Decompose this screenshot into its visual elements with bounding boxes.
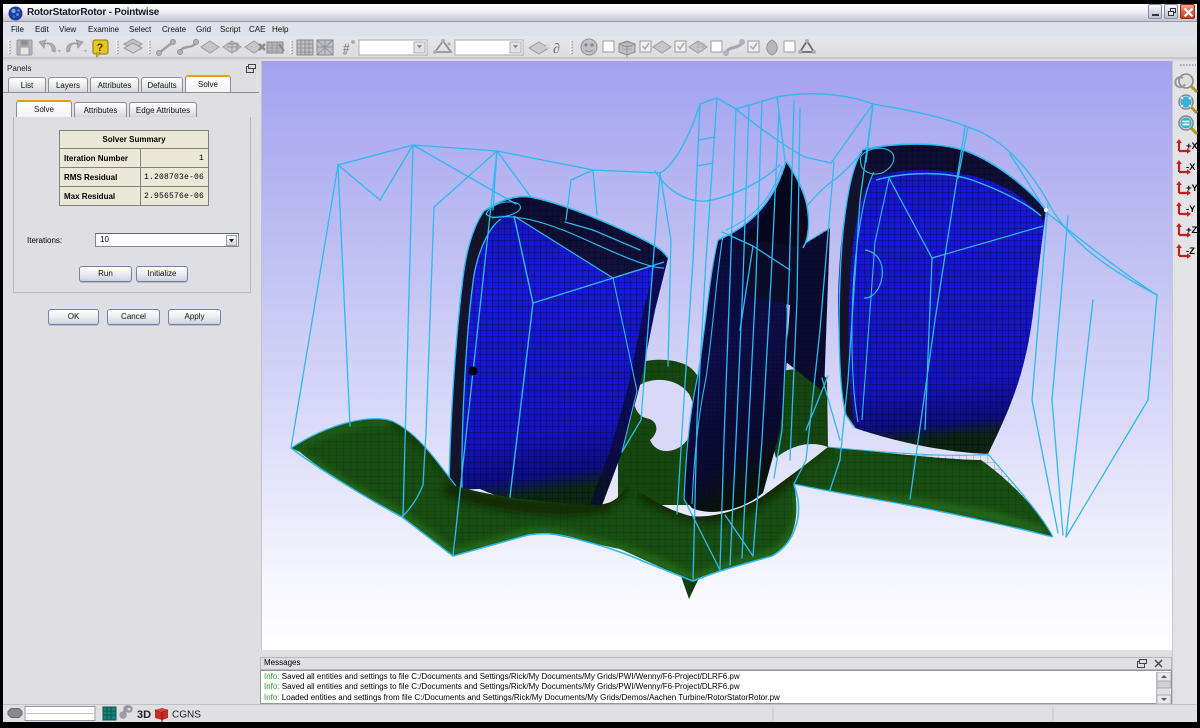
svg-text:-Y: -Y [1186, 204, 1196, 215]
svg-text:+Y: +Y [1186, 183, 1198, 194]
svg-text:?: ? [97, 42, 104, 54]
svg-text:-Z: -Z [1186, 246, 1195, 257]
svg-text:∂: ∂ [553, 42, 560, 57]
svg-text:-X: -X [1186, 162, 1196, 173]
svg-text:CGNS: CGNS [172, 710, 201, 721]
svg-text:+Z: +Z [1186, 225, 1198, 236]
svg-text:+X: +X [1186, 141, 1198, 152]
svg-text:3D: 3D [137, 709, 151, 721]
